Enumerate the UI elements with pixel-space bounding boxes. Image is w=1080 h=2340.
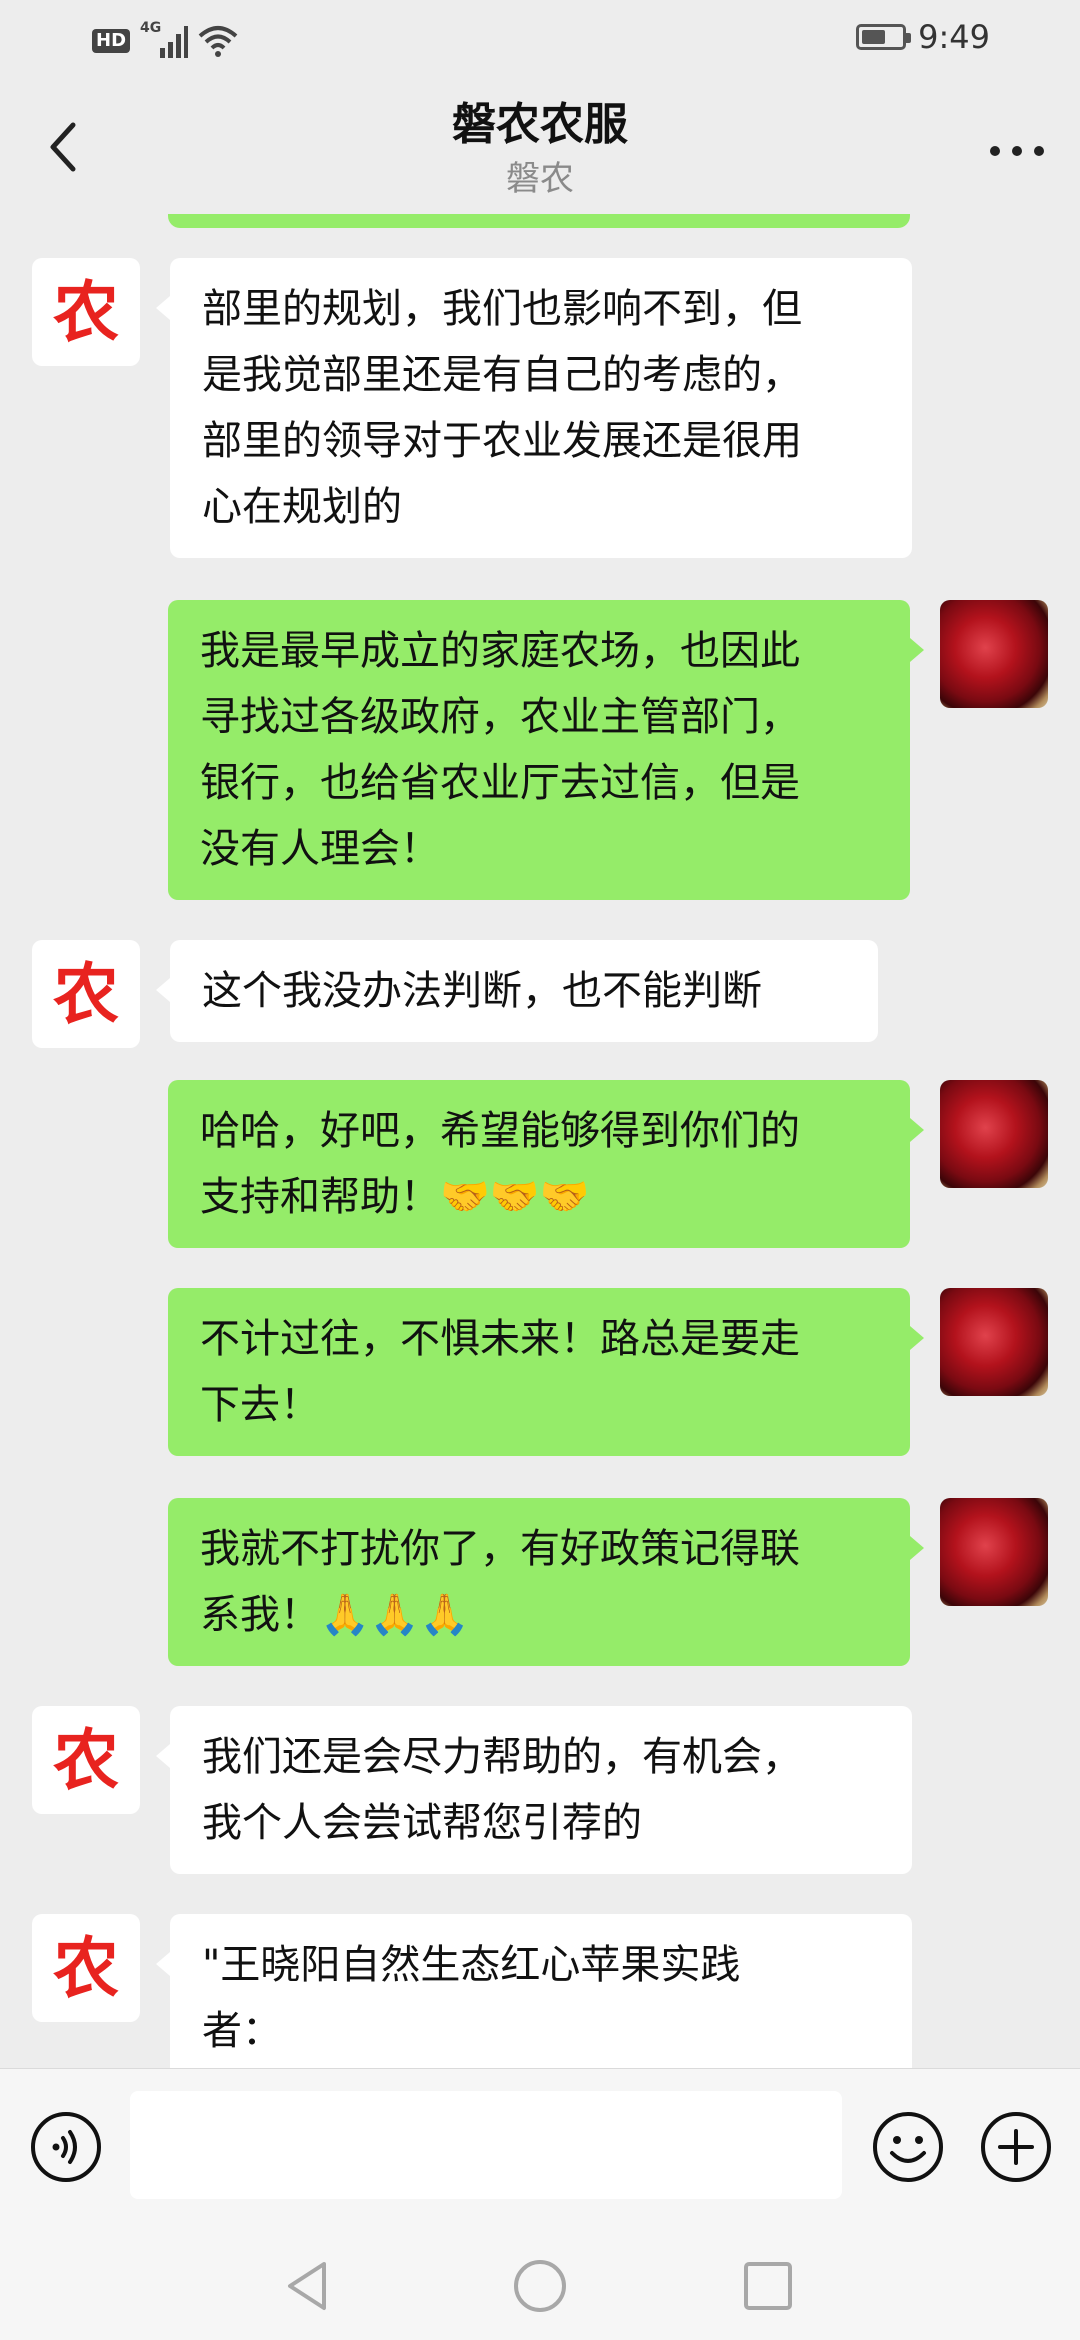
input-bar [0,2068,1080,2233]
chat-subtitle: 磐农 [506,159,574,199]
status-left: HD 4G [92,20,238,58]
message-line: 部里的领导对于农业发展还是很用 [202,418,802,464]
hd-badge: HD [92,29,131,53]
message-line: 部里的规划，我们也影响不到，但 [202,286,802,332]
nong-logo: 农 [53,955,119,1033]
message-line: 寻找过各级政府，农业主管部门， [200,694,800,740]
voice-icon [31,2112,101,2182]
user-avatar[interactable] [940,600,1048,708]
message-line: 银行，也给省农业厅去过信，但是 [200,760,800,806]
message-bubble-received[interactable]: 我们还是会尽力帮助的，有机会， 我个人会尝试帮您引荐的 [156,1706,912,1874]
more-dots-icon [990,146,1044,156]
message-line: 我是最早成立的家庭农场，也因此 [200,628,800,674]
nong-logo: 农 [53,1721,119,1799]
nong-logo: 农 [53,1929,119,2007]
chat-header: 磐农农服 磐农 [0,82,1080,214]
message-line: 我就不打扰你了，有好政策记得联 [200,1526,800,1572]
message-line: 哈哈，好吧，希望能够得到你们的 [200,1108,800,1154]
status-time: 9:49 [918,18,990,56]
message-bubble-sent[interactable]: 哈哈，好吧，希望能够得到你们的 支持和帮助！🤝🤝🤝 [168,1080,924,1248]
message-bubble-sent[interactable]: 我是最早成立的家庭农场，也因此 寻找过各级政府，农业主管部门， 银行，也给省农业… [168,600,924,900]
voice-button[interactable] [30,2111,102,2183]
more-button[interactable] [982,116,1052,186]
plus-icon [981,2112,1051,2182]
chat-area[interactable]: 农 部里的规划，我们也影响不到，但 是我觉部里还是有自己的考虑的， 部里的领导对… [0,214,1080,2068]
contact-avatar[interactable]: 农 [32,1706,140,1814]
user-avatar[interactable] [940,1080,1048,1188]
message-bubble-sent[interactable]: 我就不打扰你了，有好政策记得联 系我！🙏🙏🙏 [168,1498,924,1666]
message-line: 这个我没办法判断，也不能判断 [202,968,762,1014]
message-line: 我个人会尝试帮您引荐的 [202,1800,642,1846]
emoji-button[interactable] [872,2111,944,2183]
user-avatar[interactable] [940,1288,1048,1396]
message-line: "王晓阳自然生态红心苹果实践 [202,1942,741,1988]
message-bubble-received[interactable]: 部里的规划，我们也影响不到，但 是我觉部里还是有自己的考虑的， 部里的领导对于农… [156,258,912,558]
triangle-back-icon [288,2262,326,2310]
system-nav-bar [0,2232,1080,2340]
nav-home-button[interactable] [510,2256,570,2316]
message-line: 我们还是会尽力帮助的，有机会， [202,1734,802,1780]
signal-icon: 4G [140,20,189,58]
battery-fill [862,30,886,44]
message-input[interactable] [130,2091,842,2199]
square-recents-icon [744,2262,792,2310]
status-bar: HD 4G 9:49 [0,0,1080,82]
chat-title: 磐农农服 [452,99,628,150]
contact-avatar[interactable]: 农 [32,1914,140,2022]
message-line: 是我觉部里还是有自己的考虑的， [202,352,802,398]
contact-avatar[interactable]: 农 [32,940,140,1048]
battery-icon [856,24,912,50]
user-avatar[interactable] [940,1498,1048,1606]
message-line: 支持和帮助！🤝🤝🤝 [200,1174,590,1220]
more-functions-button[interactable] [980,2111,1052,2183]
nav-back-button[interactable] [278,2256,338,2316]
message-line: 下去！ [200,1382,320,1428]
circle-home-icon [514,2260,566,2312]
message-bubble-received[interactable]: "王晓阳自然生态红心苹果实践 者： [156,1914,912,2068]
nong-logo: 农 [53,273,119,351]
nav-recents-button[interactable] [738,2256,798,2316]
emoji-icon [873,2112,943,2182]
message-bubble-sent[interactable]: 不计过往，不惧未来！路总是要走 下去！ [168,1288,924,1456]
message-line: 没有人理会！ [200,826,440,872]
message-bubble-received[interactable]: 这个我没办法判断，也不能判断 [156,940,878,1042]
message-line: 系我！🙏🙏🙏 [200,1592,470,1638]
status-right: 9:49 [856,18,990,56]
title-wrap: 磐农农服 磐农 [0,96,1080,202]
wifi-icon [198,24,238,58]
previous-message-edge [168,214,910,228]
message-line: 不计过往，不惧未来！路总是要走 [200,1316,800,1362]
contact-avatar[interactable]: 农 [32,258,140,366]
message-line: 者： [202,2008,282,2054]
message-line: 心在规划的 [202,484,402,530]
